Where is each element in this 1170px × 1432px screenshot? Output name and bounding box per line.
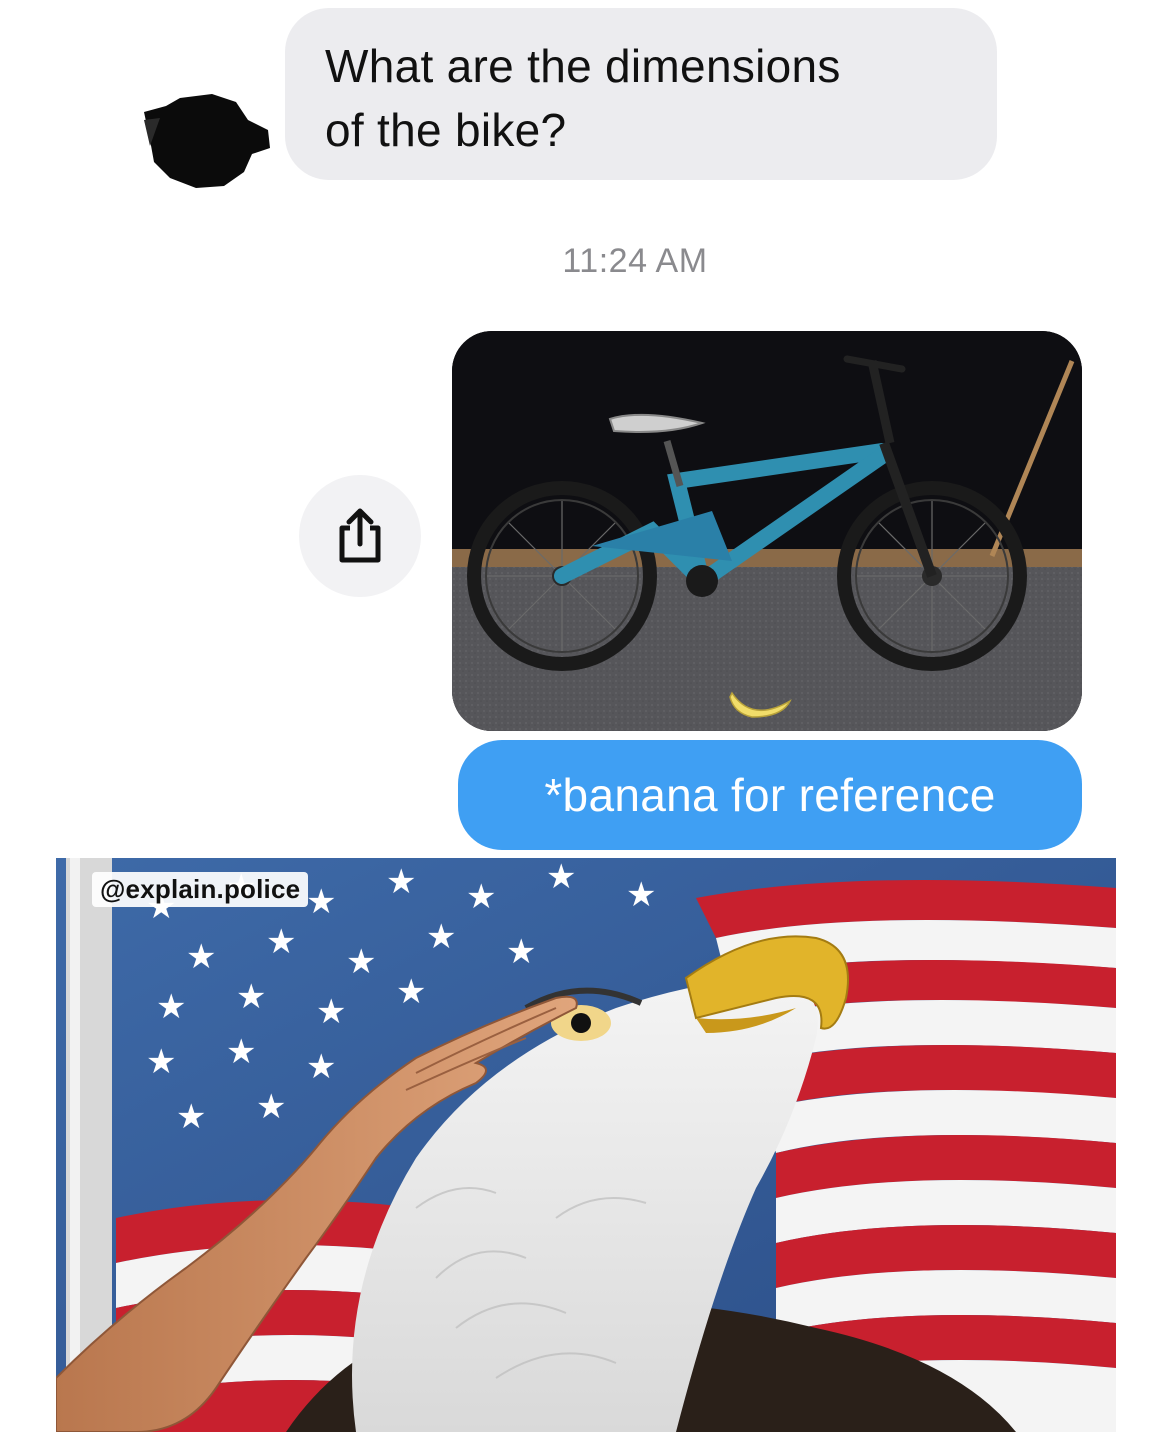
svg-text:★: ★ xyxy=(346,943,376,981)
eagle-salute-image: ★ ★ ★ ★ ★ ★ ★ ★ ★ ★ ★ ★ ★ ★ ★ ★ ★ ★ ★ ★ … xyxy=(56,858,1116,1432)
svg-text:★: ★ xyxy=(146,1043,176,1081)
svg-text:★: ★ xyxy=(256,1088,286,1126)
outgoing-message-text: *banana for reference xyxy=(544,769,996,821)
svg-text:★: ★ xyxy=(466,878,496,916)
svg-text:★: ★ xyxy=(426,918,456,956)
share-button[interactable] xyxy=(299,475,421,597)
svg-text:★: ★ xyxy=(306,883,336,921)
svg-text:★: ★ xyxy=(266,923,296,961)
outgoing-message-bubble: *banana for reference xyxy=(458,740,1082,850)
svg-text:★: ★ xyxy=(236,978,266,1016)
avatar xyxy=(144,94,270,188)
svg-text:★: ★ xyxy=(176,1098,206,1136)
share-icon xyxy=(339,508,381,563)
message-timestamp: 11:24 AM xyxy=(562,242,708,280)
bike-photo xyxy=(452,331,1082,731)
svg-text:★: ★ xyxy=(306,1048,336,1086)
svg-text:★: ★ xyxy=(186,938,216,976)
flag-eagle-illustration: ★ ★ ★ ★ ★ ★ ★ ★ ★ ★ ★ ★ ★ ★ ★ ★ ★ ★ ★ ★ … xyxy=(56,858,1116,1432)
incoming-message-text: What are the dimensions of the bike? xyxy=(325,40,841,156)
svg-text:★: ★ xyxy=(316,993,346,1031)
svg-text:★: ★ xyxy=(626,876,656,914)
svg-text:★: ★ xyxy=(156,988,186,1026)
outgoing-photo-bubble[interactable] xyxy=(452,331,1082,731)
svg-text:★: ★ xyxy=(396,973,426,1011)
watermark-handle: @explain.police xyxy=(92,872,309,907)
svg-text:★: ★ xyxy=(546,858,576,896)
svg-text:★: ★ xyxy=(226,1033,256,1071)
svg-text:★: ★ xyxy=(506,933,536,971)
svg-text:★: ★ xyxy=(386,863,416,901)
incoming-message-bubble: What are the dimensions of the bike? xyxy=(285,8,997,180)
